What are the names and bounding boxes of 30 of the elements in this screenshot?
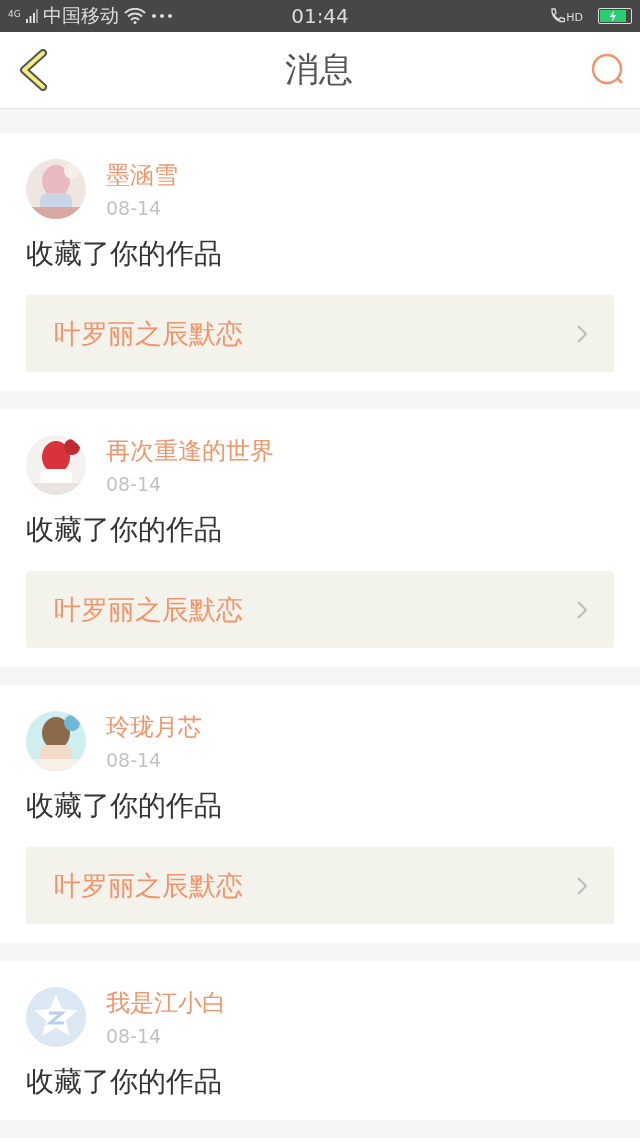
more-icon <box>150 13 173 19</box>
message-date: 08-14 <box>106 749 163 771</box>
carrier-label: 中国移动 <box>42 3 119 28</box>
message-text: 收藏了你的作品 <box>26 1064 223 1100</box>
message-text: 收藏了你的作品 <box>26 512 223 548</box>
hd-label: HD <box>566 11 583 24</box>
message-text: 收藏了你的作品 <box>26 236 223 272</box>
user-name[interactable]: 我是江小白 <box>106 987 226 1019</box>
wifi-icon <box>123 8 146 24</box>
work-link[interactable]: 叶罗丽之辰默恋 <box>26 571 614 648</box>
battery-icon <box>598 8 632 24</box>
chevron-icon <box>576 875 588 896</box>
clock-time: 01:44 <box>291 4 349 28</box>
page-title: 消息 <box>285 48 353 91</box>
default-avatar-icon <box>26 987 86 1047</box>
chevron-icon <box>576 599 588 620</box>
chevron-icon <box>576 323 588 344</box>
back-icon[interactable] <box>18 49 48 91</box>
work-link[interactable]: 叶罗丽之辰默恋 <box>26 295 614 372</box>
signal-icon <box>25 9 38 23</box>
message-date: 08-14 <box>106 197 163 219</box>
user-name[interactable]: 墨涵雪 <box>106 159 178 191</box>
user-name[interactable]: 玲珑月芯 <box>106 711 202 743</box>
message-text: 收藏了你的作品 <box>26 788 223 824</box>
work-link[interactable]: 叶罗丽之辰默恋 <box>26 847 614 924</box>
user-name[interactable]: 再次重逢的世界 <box>106 435 274 467</box>
network-label: 4G <box>8 9 21 19</box>
message-date: 08-14 <box>106 1025 163 1047</box>
phone-icon <box>549 7 566 25</box>
message-date: 08-14 <box>106 473 163 495</box>
